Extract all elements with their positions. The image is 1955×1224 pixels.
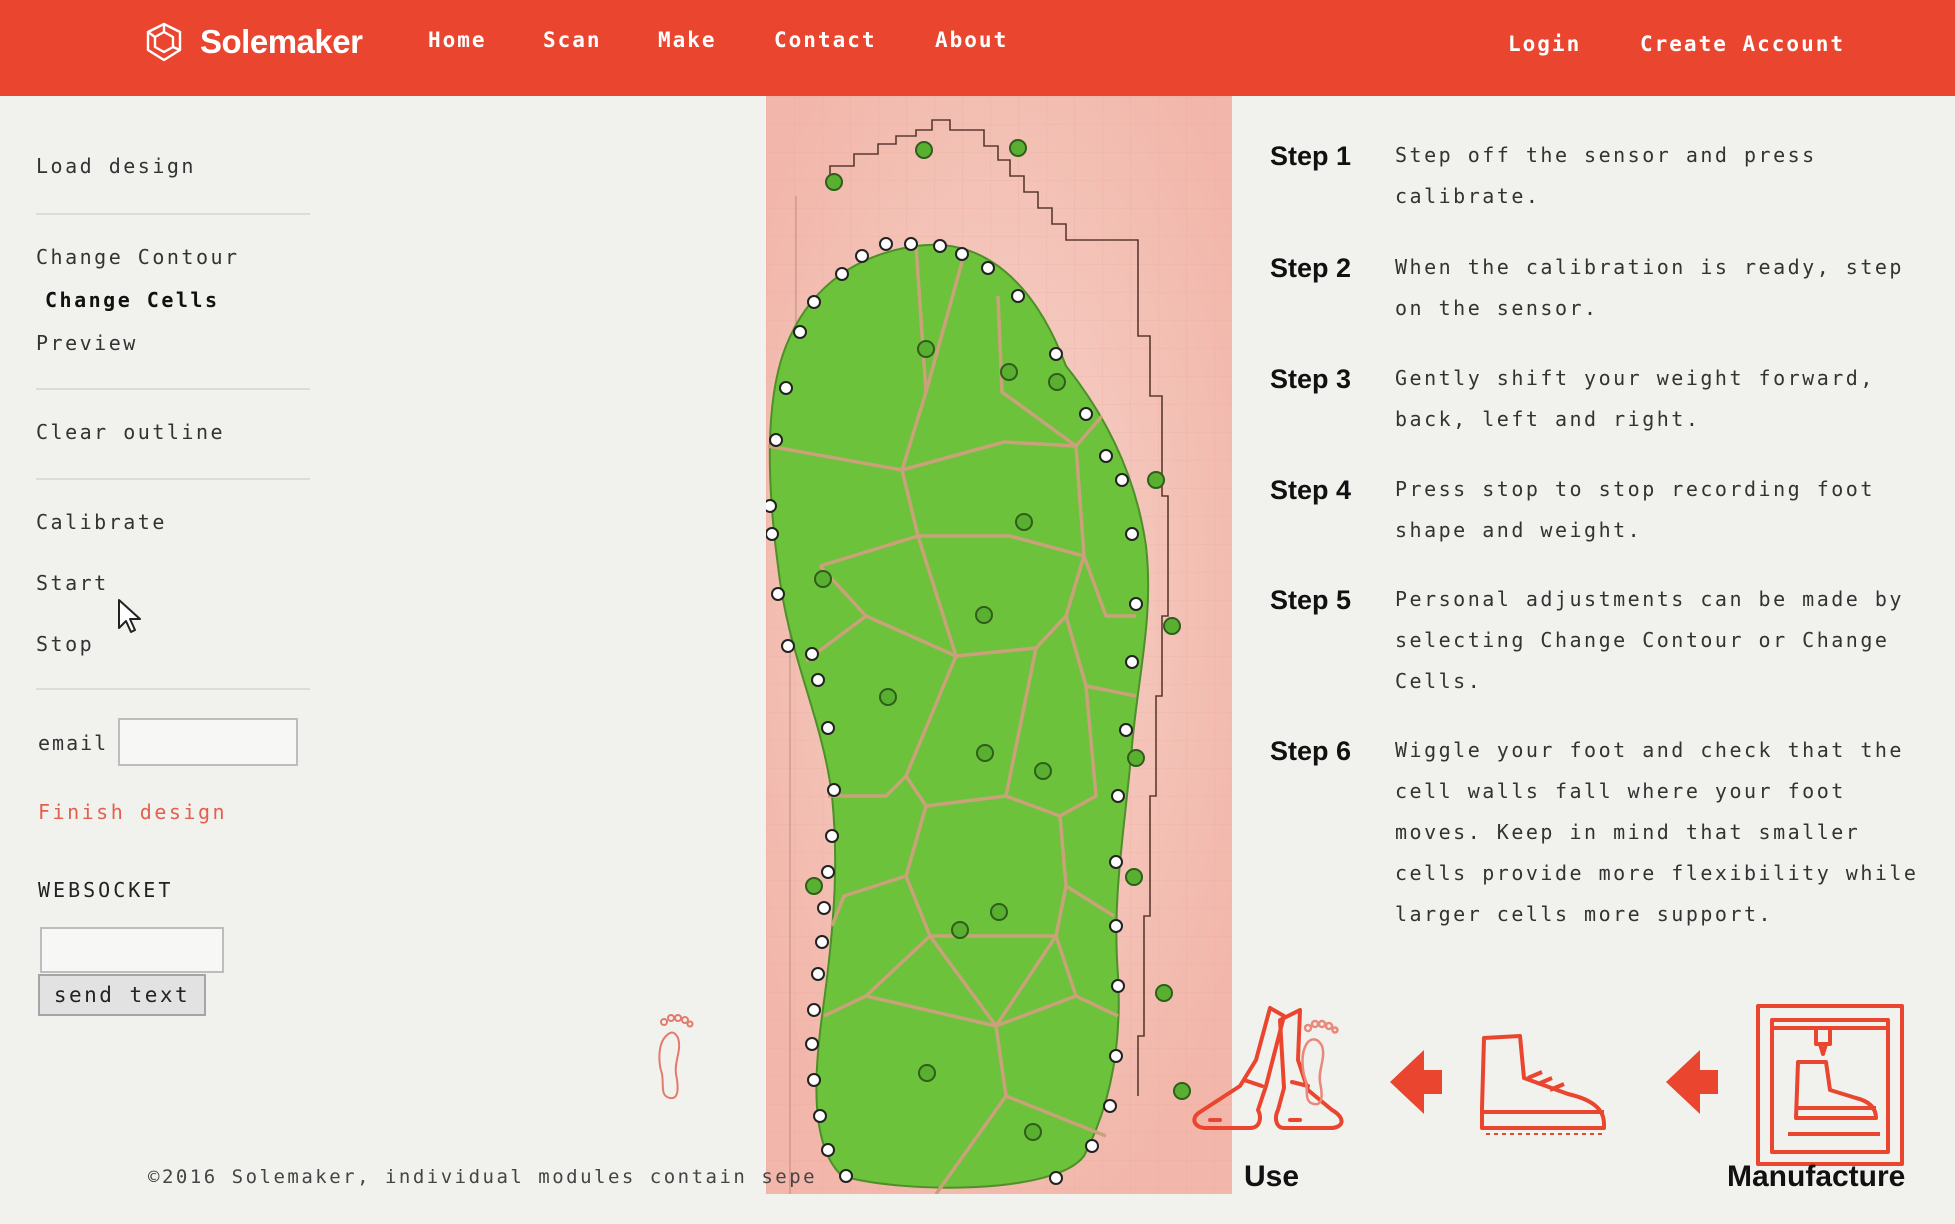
step-label: Step 4 <box>1270 475 1352 505</box>
clear-outline-link[interactable]: Clear outline <box>36 420 225 444</box>
arrow-left-icon <box>1666 1050 1718 1114</box>
sidebar-divider <box>36 388 310 390</box>
start-link[interactable]: Start <box>36 571 109 595</box>
pressure-map-canvas[interactable] <box>766 96 1232 1194</box>
nav-scan[interactable]: Scan <box>543 28 602 52</box>
calibrate-link[interactable]: Calibrate <box>36 510 167 534</box>
email-label: email <box>38 731 109 755</box>
top-navbar: Solemaker Home Scan Make Contact About L… <box>0 0 1955 96</box>
nav-create-account[interactable]: Create Account <box>1640 32 1845 56</box>
sidebar-divider <box>36 688 310 690</box>
websocket-input[interactable] <box>40 927 224 973</box>
sneaker-icon <box>1480 1034 1606 1135</box>
mouse-cursor-icon <box>118 599 141 633</box>
change-cells-link[interactable]: Change Cells <box>45 288 220 312</box>
brand-name: Solemaker <box>200 23 363 60</box>
foot-outline-icon <box>658 1014 694 1100</box>
send-text-button[interactable]: send text <box>38 974 206 1016</box>
step-text: Personal adjustments can be made by sele… <box>1395 587 1904 693</box>
step-label: Step 6 <box>1270 736 1352 766</box>
nav-contact[interactable]: Contact <box>774 28 877 52</box>
step-label: Step 3 <box>1270 364 1352 394</box>
3d-printer-icon <box>1756 1004 1904 1166</box>
stop-link[interactable]: Stop <box>36 632 94 656</box>
load-design-link[interactable]: Load design <box>36 154 196 178</box>
foot-outline-icon <box>1301 1019 1339 1106</box>
finish-design-link[interactable]: Finish design <box>38 800 227 824</box>
arrow-left-icon <box>1390 1050 1442 1114</box>
step-text: Gently shift your weight forward, back, … <box>1395 366 1875 431</box>
step-label: Step 5 <box>1270 585 1352 615</box>
solemaker-logo-icon <box>146 22 182 62</box>
step-text: Step off the sensor and press calibrate. <box>1395 143 1817 208</box>
step-label: Step 2 <box>1270 253 1352 283</box>
websocket-heading: WEBSOCKET <box>38 878 174 902</box>
email-field[interactable] <box>118 718 298 766</box>
brand[interactable]: Solemaker <box>142 18 363 66</box>
nav-make[interactable]: Make <box>658 28 717 52</box>
step-text: Wiggle your foot and check that the cell… <box>1395 738 1919 926</box>
sidebar-divider <box>36 478 310 480</box>
nav-about[interactable]: About <box>935 28 1008 52</box>
step-text: When the calibration is ready, step on t… <box>1395 255 1904 320</box>
footer-copyright: ©2016 Solemaker, individual modules cont… <box>148 1166 818 1188</box>
preview-link[interactable]: Preview <box>36 331 138 355</box>
change-contour-link[interactable]: Change Contour <box>36 245 240 269</box>
sidebar-divider <box>36 213 310 215</box>
step-label: Step 1 <box>1270 141 1352 171</box>
step-text: Press stop to stop recording foot shape … <box>1395 477 1875 542</box>
manufacture-label: Manufacture <box>1727 1160 1906 1193</box>
nav-home[interactable]: Home <box>428 28 487 52</box>
nav-login[interactable]: Login <box>1508 32 1581 56</box>
use-label: Use <box>1244 1160 1300 1193</box>
